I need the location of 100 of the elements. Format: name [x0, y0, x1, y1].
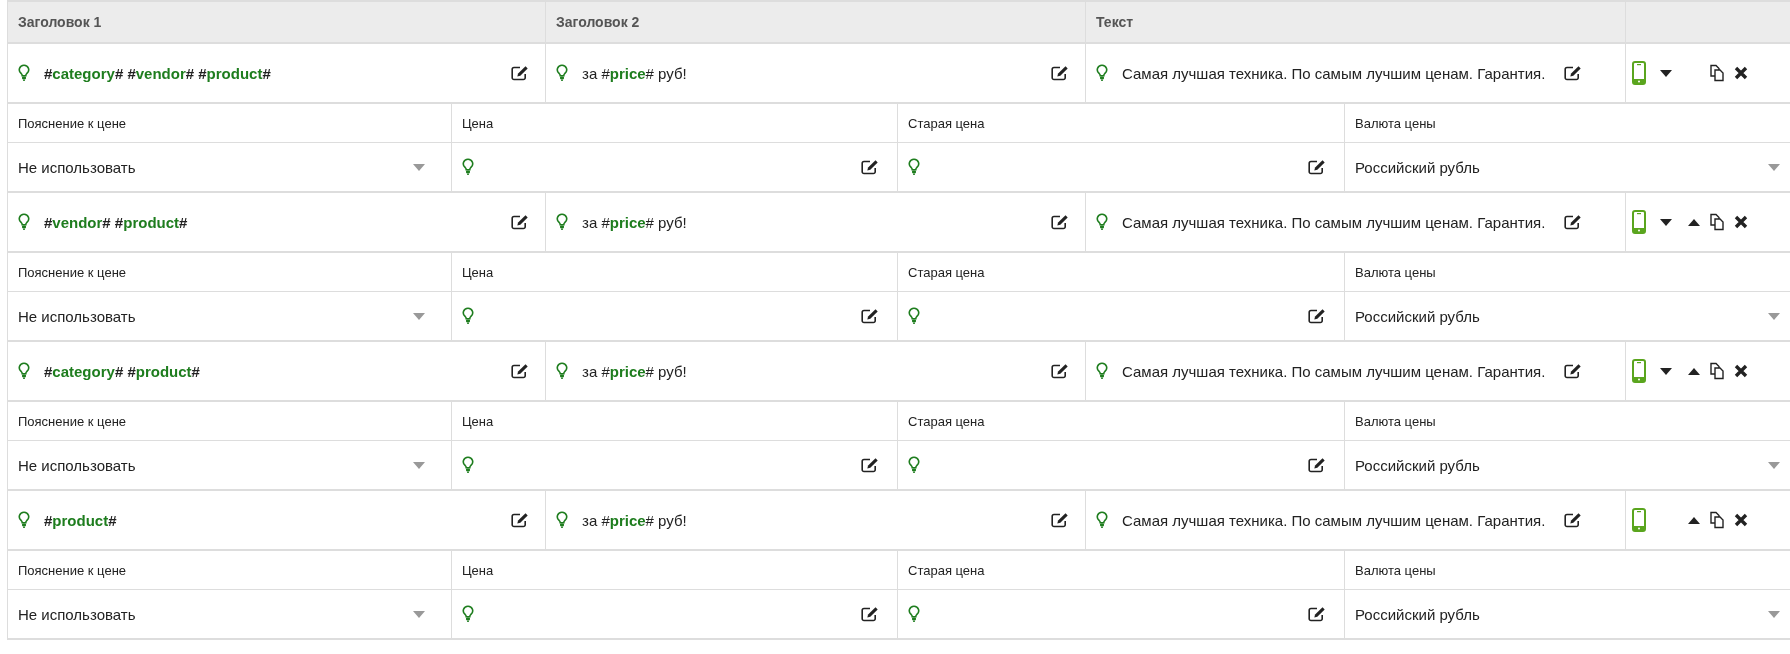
edit-icon[interactable] [511, 214, 529, 230]
field-label: Валюта цены [1355, 264, 1436, 280]
lightbulb-icon[interactable] [18, 64, 30, 82]
headline-text: за #price# руб! [582, 64, 688, 82]
dropdown[interactable]: Не использовать [18, 158, 441, 176]
move-up-button[interactable] [1688, 218, 1700, 226]
close-icon[interactable] [1734, 66, 1748, 80]
lightbulb-icon[interactable] [462, 158, 474, 176]
edit-icon[interactable] [1564, 363, 1582, 379]
edit-icon[interactable] [1564, 65, 1582, 81]
edit-icon[interactable] [1308, 159, 1326, 175]
dropdown[interactable]: Российский рубль [1355, 158, 1780, 176]
lightbulb-icon[interactable] [556, 511, 568, 529]
copy-icon[interactable] [1708, 213, 1726, 231]
close-icon[interactable] [1734, 364, 1748, 378]
lightbulb-icon[interactable] [18, 213, 30, 231]
lightbulb-icon[interactable] [1096, 511, 1108, 529]
lightbulb-icon[interactable] [556, 213, 568, 231]
edit-icon[interactable] [1051, 512, 1069, 528]
lightbulb-icon[interactable] [1096, 64, 1108, 82]
headline-text: за #price# руб! [582, 213, 688, 231]
field-label: Валюта цены [1355, 413, 1436, 429]
ad-text: Самая лучшая техника. По самым лучшим ценам. Гарантия. [1122, 511, 1547, 529]
field-label: Старая цена [908, 413, 985, 429]
lightbulb-icon[interactable] [18, 362, 30, 380]
lightbulb-icon[interactable] [462, 307, 474, 325]
move-down-button[interactable] [1660, 218, 1672, 226]
ad-text: Самая лучшая техника. По самым лучшим ценам. Гарантия. [1122, 362, 1547, 380]
close-icon[interactable] [1734, 215, 1748, 229]
edit-icon[interactable] [1564, 512, 1582, 528]
edit-icon[interactable] [511, 363, 529, 379]
edit-icon[interactable] [861, 457, 879, 473]
edit-icon[interactable] [861, 606, 879, 622]
lightbulb-icon[interactable] [462, 456, 474, 474]
lightbulb-icon[interactable] [908, 456, 920, 474]
column-header: Текст [1096, 14, 1134, 30]
column-header: Заголовок 2 [556, 14, 640, 30]
dropdown[interactable]: Российский рубль [1355, 605, 1780, 623]
field-label: Валюта цены [1355, 115, 1436, 131]
column-header: Заголовок 1 [18, 14, 102, 30]
move-up-button[interactable] [1688, 367, 1700, 375]
lightbulb-icon[interactable] [908, 605, 920, 623]
copy-icon[interactable] [1708, 362, 1726, 380]
move-down-button[interactable] [1660, 69, 1672, 77]
smartphone-icon[interactable] [1632, 508, 1646, 532]
field-label: Пояснение к цене [18, 413, 127, 429]
headline-text: за #price# руб! [582, 511, 688, 529]
ad-text: Самая лучшая техника. По самым лучшим ценам. Гарантия. [1122, 64, 1547, 82]
field-label: Цена [462, 413, 494, 429]
dropdown-caret-icon[interactable] [1768, 461, 1780, 469]
headline-text: #category# #product# [44, 362, 201, 380]
edit-icon[interactable] [511, 65, 529, 81]
lightbulb-icon[interactable] [1096, 213, 1108, 231]
dropdown[interactable]: Не использовать [18, 307, 441, 325]
field-label: Цена [462, 115, 494, 131]
smartphone-icon[interactable] [1632, 359, 1646, 383]
dropdown-caret-icon[interactable] [413, 461, 425, 469]
dropdown-caret-icon[interactable] [413, 312, 425, 320]
smartphone-icon[interactable] [1632, 61, 1646, 85]
dropdown-caret-icon[interactable] [1768, 610, 1780, 618]
lightbulb-icon[interactable] [556, 362, 568, 380]
lightbulb-icon[interactable] [556, 64, 568, 82]
field-label: Цена [462, 562, 494, 578]
dropdown[interactable]: Российский рубль [1355, 307, 1780, 325]
smartphone-icon[interactable] [1632, 210, 1646, 234]
dropdown-caret-icon[interactable] [1768, 312, 1780, 320]
lightbulb-icon[interactable] [908, 307, 920, 325]
lightbulb-icon[interactable] [462, 605, 474, 623]
dropdown[interactable]: Не использовать [18, 456, 441, 474]
dropdown-caret-icon[interactable] [413, 163, 425, 171]
ad-text: Самая лучшая техника. По самым лучшим ценам. Гарантия. [1122, 213, 1547, 231]
edit-icon[interactable] [861, 159, 879, 175]
move-up-button[interactable] [1688, 516, 1700, 524]
edit-icon[interactable] [1308, 308, 1326, 324]
field-label: Старая цена [908, 115, 985, 131]
field-label: Валюта цены [1355, 562, 1436, 578]
edit-icon[interactable] [1051, 214, 1069, 230]
copy-icon[interactable] [1708, 64, 1726, 82]
dropdown[interactable]: Российский рубль [1355, 456, 1780, 474]
edit-icon[interactable] [1564, 214, 1582, 230]
edit-icon[interactable] [1308, 457, 1326, 473]
edit-icon[interactable] [1051, 65, 1069, 81]
field-label: Цена [462, 264, 494, 280]
dropdown-caret-icon[interactable] [413, 610, 425, 618]
headline-text: #category# #vendor# #product# [44, 64, 272, 82]
edit-icon[interactable] [861, 308, 879, 324]
lightbulb-icon[interactable] [908, 158, 920, 176]
dropdown[interactable]: Не использовать [18, 605, 441, 623]
headline-text: #vendor# #product# [44, 213, 189, 231]
edit-icon[interactable] [1308, 606, 1326, 622]
move-down-button[interactable] [1660, 367, 1672, 375]
edit-icon[interactable] [511, 512, 529, 528]
close-icon[interactable] [1734, 513, 1748, 527]
edit-icon[interactable] [1051, 363, 1069, 379]
lightbulb-icon[interactable] [18, 511, 30, 529]
field-label: Старая цена [908, 562, 985, 578]
dropdown-caret-icon[interactable] [1768, 163, 1780, 171]
copy-icon[interactable] [1708, 511, 1726, 529]
lightbulb-icon[interactable] [1096, 362, 1108, 380]
headline-text: за #price# руб! [582, 362, 688, 380]
